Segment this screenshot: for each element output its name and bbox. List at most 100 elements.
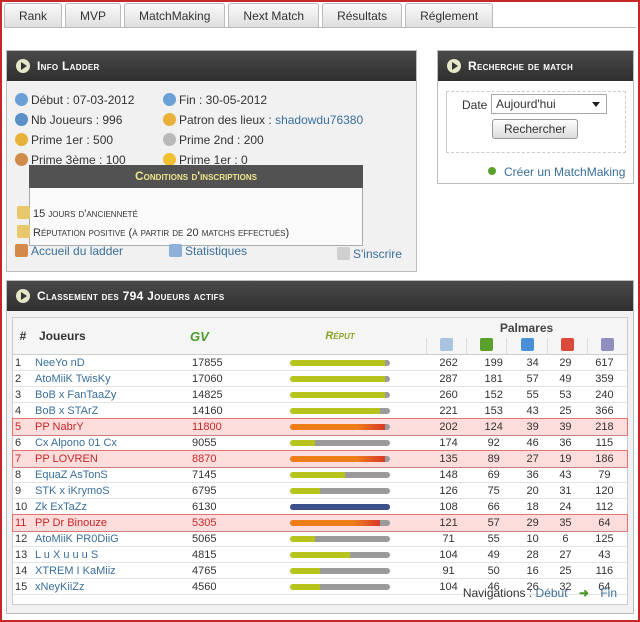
palmares-cell: 49: [471, 546, 517, 563]
home-icon: [15, 244, 28, 257]
palmares-cell: 202: [426, 418, 472, 435]
match-search-panel: Recherche de match Date Aujourd'hui Rech…: [437, 50, 634, 184]
reputation-bar: [290, 375, 390, 382]
player-name[interactable]: EquaZ AsTonS: [33, 466, 190, 483]
table-row[interactable]: 8 EquaZ AsTonS 7145 148 69 36 43 79: [13, 466, 627, 483]
palmares-cell: 121: [426, 514, 472, 531]
gv-cell: 4560: [190, 578, 254, 595]
palmares-cell: 28: [516, 546, 550, 563]
rank-cell: 11: [13, 514, 33, 531]
palmares-cell: 34: [516, 354, 550, 371]
table-row[interactable]: 12 AtoMiiK PR0DiiG 5065 71 55 10 6 125: [13, 530, 627, 547]
palmares-cell: 10: [516, 530, 550, 547]
table-row[interactable]: 13 L u X u u u S 4815 104 49 28 27 43: [13, 546, 627, 563]
reputation-cell: [254, 482, 426, 499]
reputation-cell: [254, 546, 426, 563]
player-name[interactable]: AtoMiiK TwisKy: [33, 370, 190, 387]
player-name[interactable]: L u X u u u S: [33, 546, 190, 563]
palmares-cell: 186: [581, 450, 627, 467]
owner-link[interactable]: shadowdu76380: [275, 113, 363, 127]
medal-bronze-icon: [15, 153, 28, 166]
table-row[interactable]: 4 BoB x STArZ 14160 221 153 43 25 366: [13, 402, 627, 419]
reputation-fill: [290, 551, 350, 558]
table-row[interactable]: 3 BoB x FanTaaZy 14825 260 152 55 53 240: [13, 386, 627, 403]
player-name[interactable]: PP NabrY: [33, 418, 190, 435]
tab-r-sultats[interactable]: Résultats: [322, 3, 403, 27]
register-link[interactable]: S'inscrire: [337, 247, 402, 261]
palmares-cell: 27: [516, 450, 550, 467]
table-row[interactable]: 9 STK x iKrymoS 6795 126 75 20 31 120: [13, 482, 627, 499]
nav-end-link[interactable]: Fin: [600, 586, 617, 600]
player-name[interactable]: PP Dr Binouze: [33, 514, 190, 531]
table-row[interactable]: 2 AtoMiiK TwisKy 17060 287 181 57 49 359: [13, 370, 627, 387]
clock-icon: [163, 93, 176, 106]
reputation-fill: [290, 407, 380, 414]
tab-next-match[interactable]: Next Match: [228, 3, 320, 27]
palmares-cell: 25: [549, 562, 582, 579]
gv-cell: 11800: [190, 418, 254, 435]
palmares-cell: 71: [426, 530, 472, 547]
player-name[interactable]: STK x iKrymoS: [33, 482, 190, 499]
reputation-cell: [254, 434, 426, 451]
gv-cell: 8870: [190, 450, 254, 467]
palmares-cell: 221: [426, 402, 472, 419]
date-select[interactable]: Aujourd'hui: [491, 94, 607, 114]
player-name[interactable]: xNeyKiiZz: [33, 578, 190, 595]
conditions-title: Conditions d'inscriptions: [29, 165, 363, 188]
player-name[interactable]: AtoMiiK PR0DiiG: [33, 530, 190, 547]
table-row[interactable]: 6 Cx Alpono 01 Cx 9055 174 92 46 36 115: [13, 434, 627, 451]
condition-reputation: Réputation positive (à partir de 20 matc…: [17, 225, 289, 239]
palmares-col-2: [506, 338, 546, 354]
reputation-cell: [254, 418, 426, 435]
palmares-cell: 36: [516, 466, 550, 483]
palmares-cell: 55: [471, 530, 517, 547]
palmares-cell: 366: [581, 402, 627, 419]
warning-icon: [17, 225, 30, 238]
user-icon: [15, 113, 28, 126]
palmares-cell: 24: [549, 498, 582, 515]
rank-cell: 6: [13, 434, 33, 451]
palmares-cell: 35: [549, 514, 582, 531]
tab-rank[interactable]: Rank: [4, 3, 63, 27]
reputation-fill: [290, 487, 320, 494]
palmares-cell: 181: [471, 370, 517, 387]
statistics-link[interactable]: Statistiques: [169, 244, 247, 258]
table-row[interactable]: 5 PP NabrY 11800 202 124 39 39 218: [12, 417, 628, 436]
player-name[interactable]: Cx Alpono 01 Cx: [33, 434, 190, 451]
player-name[interactable]: Zk ExTaZz: [33, 498, 190, 515]
player-name[interactable]: XTREM I KaMiiz: [33, 562, 190, 579]
player-name[interactable]: BoB x STArZ: [33, 402, 190, 419]
player-name[interactable]: NeeYo nD: [33, 354, 190, 371]
tab-mvp[interactable]: MVP: [65, 3, 122, 27]
reputation-cell: [254, 354, 426, 371]
create-matchmaking-link[interactable]: Créer un MatchMaking: [488, 165, 625, 179]
reputation-bar: [290, 503, 390, 510]
palmares-cell: 31: [549, 482, 582, 499]
player-name[interactable]: BoB x FanTaaZy: [33, 386, 190, 403]
start-date: Début : 07-03-2012: [15, 93, 134, 107]
palmares-cell: 64: [581, 514, 627, 531]
palmares-cell: 91: [426, 562, 472, 579]
tab-matchmaking[interactable]: MatchMaking: [124, 3, 226, 27]
reputation-bar: [290, 487, 390, 494]
wins-flag-icon: [480, 338, 494, 351]
palmares-cell: 43: [581, 546, 627, 563]
palmares-cell: 152: [471, 386, 517, 403]
reputation-fill: [290, 503, 390, 510]
reputation-fill: [290, 471, 345, 478]
table-row[interactable]: 10 Zk ExTaZz 6130 108 66 18 24 112: [13, 498, 627, 515]
palmares-cell: 126: [426, 482, 472, 499]
table-row[interactable]: 7 PP LOVREN 8870 135 89 27 19 186: [12, 449, 628, 468]
player-name[interactable]: PP LOVREN: [33, 450, 190, 467]
search-button[interactable]: Rechercher: [492, 119, 578, 139]
tab-r-glement[interactable]: Réglement: [405, 3, 494, 27]
nav-start-link[interactable]: Début: [536, 586, 568, 600]
table-row[interactable]: 1 NeeYo nD 17855 262 199 34 29 617: [13, 354, 627, 371]
table-row[interactable]: 14 XTREM I KaMiiz 4765 91 50 16 25 116: [13, 562, 627, 579]
gv-cell: 17060: [190, 370, 254, 387]
rank-cell: 4: [13, 402, 33, 419]
palmares-cell: 125: [581, 530, 627, 547]
palmares-cell: 57: [471, 514, 517, 531]
table-row[interactable]: 11 PP Dr Binouze 5305 121 57 29 35 64: [12, 513, 628, 532]
ladder-home-link[interactable]: Accueil du ladder: [15, 244, 123, 258]
